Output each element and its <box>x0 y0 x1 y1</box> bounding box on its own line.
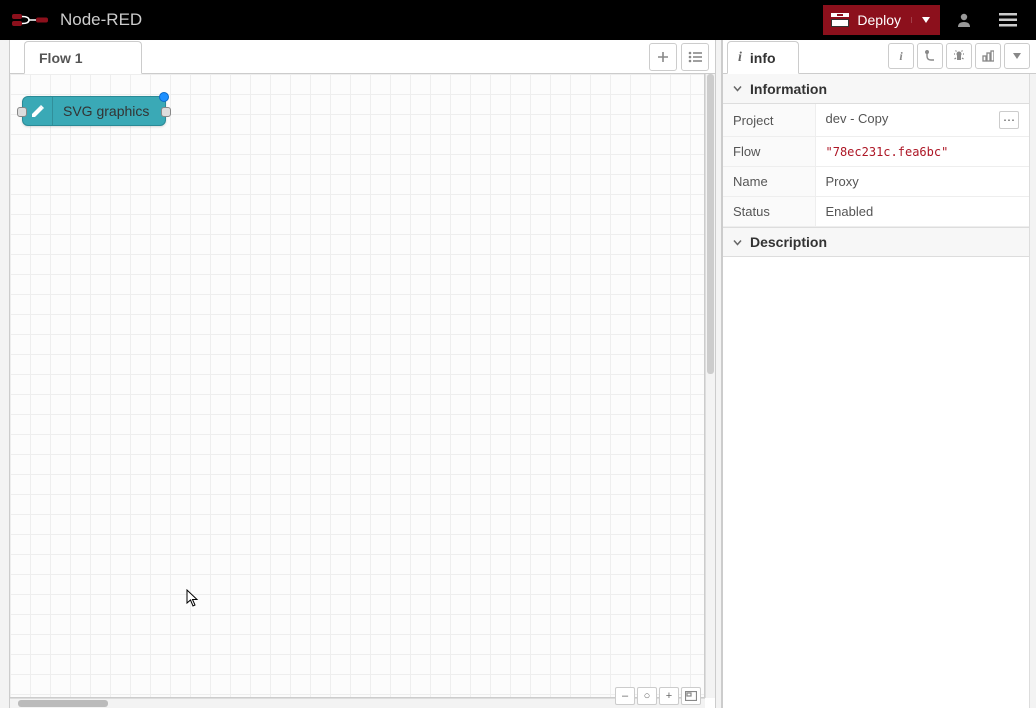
status-value: Enabled <box>815 197 1029 227</box>
node-input-port[interactable] <box>17 107 27 117</box>
project-value: dev - Copy <box>826 111 889 126</box>
deploy-button[interactable]: Deploy <box>823 5 940 35</box>
zoom-out-button[interactable]: – <box>615 687 635 705</box>
add-flow-button[interactable] <box>649 43 677 71</box>
description-section-header[interactable]: Description <box>723 227 1036 257</box>
info-table: Project dev - Copy ⋯ Flow "78ec231c.fea6… <box>723 104 1029 227</box>
name-value: Proxy <box>815 167 1029 197</box>
workspace: Flow 1 S <box>10 40 715 708</box>
flow-row: Flow "78ec231c.fea6bc" <box>723 137 1029 167</box>
tab-info-icon[interactable]: i <box>888 43 914 69</box>
deploy-icon <box>831 13 849 27</box>
svg-graphics-node[interactable]: SVG graphics <box>22 96 166 126</box>
palette-collapsed[interactable] <box>0 40 10 708</box>
description-title: Description <box>750 234 827 250</box>
menu-button[interactable] <box>988 0 1028 40</box>
tab-config-icon[interactable] <box>946 43 972 69</box>
tab-debug-icon[interactable] <box>917 43 943 69</box>
status-row: Status Enabled <box>723 197 1029 227</box>
sidebar-resize-handle[interactable] <box>715 40 722 708</box>
view-controls: – ○ + <box>615 686 701 706</box>
deploy-label: Deploy <box>857 12 901 28</box>
flow-tab-label: Flow 1 <box>39 50 83 66</box>
brand-area: Node-RED <box>12 10 142 30</box>
navigator-button[interactable] <box>681 687 701 705</box>
sidebar-scrollbar[interactable] <box>1029 74 1036 708</box>
canvas-vertical-scrollbar[interactable] <box>705 74 715 698</box>
sidebar: i info i Information <box>722 40 1036 708</box>
app-header: Node-RED Deploy <box>0 0 1036 40</box>
chevron-down-icon <box>733 84 742 93</box>
deploy-dropdown-caret[interactable] <box>911 17 930 23</box>
zoom-reset-button[interactable]: ○ <box>637 687 657 705</box>
canvas-horizontal-scrollbar[interactable] <box>10 698 705 708</box>
flow-label: Flow <box>723 137 815 167</box>
info-tab-label: info <box>750 50 776 66</box>
sidebar-tab-dropdown[interactable] <box>1004 43 1030 69</box>
node-label: SVG graphics <box>53 103 165 119</box>
flow-id-value: "78ec231c.fea6bc" <box>826 145 949 159</box>
cursor-icon <box>186 589 200 607</box>
tab-info[interactable]: i info <box>727 41 799 74</box>
logo-icon <box>12 11 48 29</box>
flow-list-button[interactable] <box>681 43 709 71</box>
flow-canvas[interactable]: SVG graphics <box>10 74 705 698</box>
name-row: Name Proxy <box>723 167 1029 197</box>
info-icon: i <box>738 50 742 66</box>
flow-tab[interactable]: Flow 1 <box>24 41 142 74</box>
information-section-header[interactable]: Information <box>723 74 1036 104</box>
user-button[interactable] <box>944 0 984 40</box>
brand-label: Node-RED <box>60 10 142 30</box>
sidebar-tabs: i info i <box>723 40 1036 74</box>
name-label: Name <box>723 167 815 197</box>
project-label: Project <box>723 104 815 137</box>
workspace-tabs: Flow 1 <box>10 40 715 74</box>
status-label: Status <box>723 197 815 227</box>
zoom-in-button[interactable]: + <box>659 687 679 705</box>
pencil-icon <box>23 97 53 125</box>
canvas-wrap: SVG graphics – ○ + <box>10 74 715 708</box>
node-changed-indicator <box>159 92 169 102</box>
main-area: Flow 1 S <box>0 40 1036 708</box>
description-body <box>723 257 1036 708</box>
project-more-button[interactable]: ⋯ <box>999 111 1019 129</box>
chevron-down-icon <box>733 238 742 247</box>
node-output-port[interactable] <box>161 107 171 117</box>
tab-context-icon[interactable] <box>975 43 1001 69</box>
project-row: Project dev - Copy ⋯ <box>723 104 1029 137</box>
information-title: Information <box>750 81 827 97</box>
